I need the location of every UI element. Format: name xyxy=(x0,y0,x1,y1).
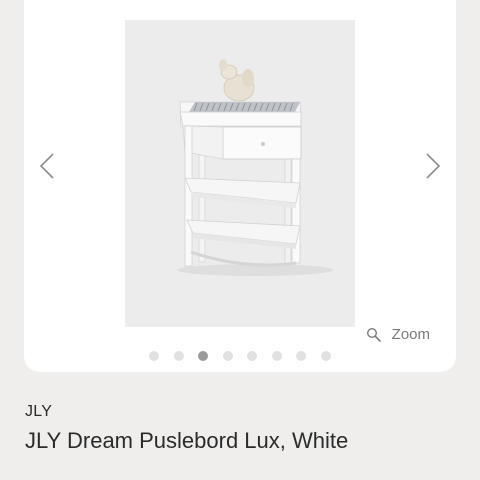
gallery-dot[interactable] xyxy=(173,351,184,361)
gallery-next-button[interactable] xyxy=(418,150,448,182)
chevron-right-icon xyxy=(426,153,441,179)
gallery-dot-active[interactable] xyxy=(198,351,209,361)
gallery-dot[interactable] xyxy=(296,351,307,361)
gallery-prev-button[interactable] xyxy=(32,150,62,182)
zoom-label: Zoom xyxy=(391,326,430,343)
gallery-pagination xyxy=(24,351,456,361)
gallery-dot[interactable] xyxy=(271,351,282,361)
chevron-left-icon xyxy=(39,153,54,179)
magnifier-icon xyxy=(366,327,381,342)
gallery-dot[interactable] xyxy=(222,351,233,361)
zoom-button[interactable]: Zoom xyxy=(366,326,430,343)
product-image[interactable] xyxy=(125,20,355,327)
product-brand[interactable]: JLY xyxy=(25,403,52,421)
product-title: JLY Dream Puslebord Lux, White xyxy=(25,428,349,453)
gallery-dot[interactable] xyxy=(149,351,160,361)
gallery-dot[interactable] xyxy=(320,351,331,361)
gallery-dot[interactable] xyxy=(247,351,258,361)
product-gallery-card: Zoom xyxy=(24,0,456,372)
